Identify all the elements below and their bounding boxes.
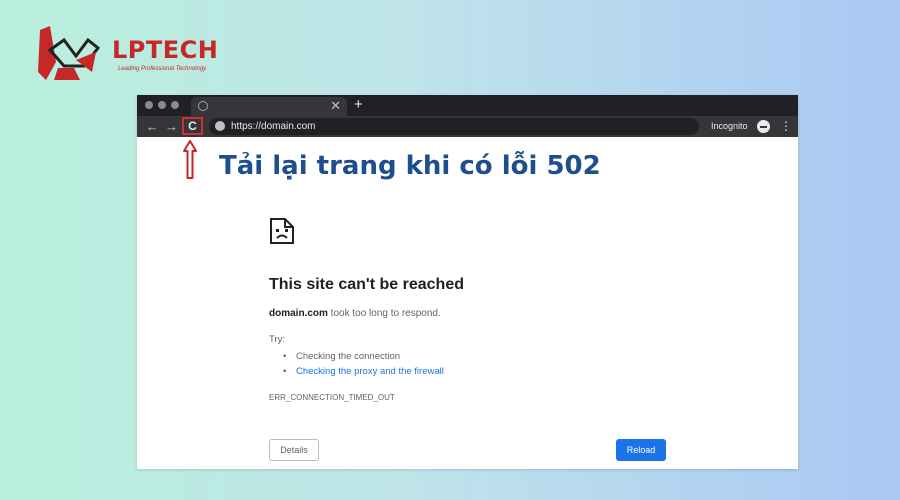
globe-icon xyxy=(198,101,208,111)
logo-tagline: Leading Professional Technology xyxy=(118,66,207,72)
browser-window: ✕ + ← → C https://domain.com Incognito ⋮… xyxy=(137,95,798,469)
address-bar[interactable]: https://domain.com xyxy=(209,118,699,135)
url-text[interactable]: https://domain.com xyxy=(231,119,315,134)
forward-button[interactable]: → xyxy=(165,118,178,135)
back-button[interactable]: ← xyxy=(146,118,159,135)
window-maximize-dot[interactable] xyxy=(171,101,179,109)
lptech-logo-mark-icon xyxy=(38,26,101,80)
incognito-label: Incognito xyxy=(711,121,748,131)
tab-strip: ✕ + xyxy=(137,95,798,116)
site-info-icon[interactable] xyxy=(215,121,225,131)
error-code: ERR_CONNECTION_TIMED_OUT xyxy=(269,393,395,402)
error-domain: domain.com xyxy=(269,308,328,319)
new-tab-button[interactable]: + xyxy=(354,95,363,115)
tab-close-icon[interactable]: ✕ xyxy=(330,98,341,114)
annotation-arrow-icon xyxy=(183,140,197,179)
incognito-icon[interactable] xyxy=(757,120,770,133)
logo-brand: LPTECH xyxy=(112,36,219,64)
lptech-logo: LPTECH Leading Professional Technology xyxy=(36,22,226,88)
menu-kebab-icon[interactable]: ⋮ xyxy=(780,119,792,133)
browser-tab[interactable]: ✕ xyxy=(191,97,347,116)
browser-toolbar: ← → C https://domain.com Incognito ⋮ xyxy=(137,116,798,137)
sad-page-icon xyxy=(270,218,294,244)
window-minimize-dot[interactable] xyxy=(158,101,166,109)
window-close-dot[interactable] xyxy=(145,101,153,109)
error-message: domain.com took too long to respond. xyxy=(269,308,441,319)
details-button[interactable]: Details xyxy=(269,439,319,461)
try-label: Try: xyxy=(269,334,286,345)
annotation-headline: Tải lại trang khi có lỗi 502 xyxy=(219,151,601,181)
suggestion-check-proxy-link[interactable]: Checking the proxy and the firewall xyxy=(283,364,444,379)
suggestion-check-connection: Checking the connection xyxy=(283,349,444,364)
error-message-text: took too long to respond. xyxy=(327,308,441,319)
reload-button[interactable]: Reload xyxy=(616,439,666,461)
suggestion-list: Checking the connection Checking the pro… xyxy=(283,349,444,379)
error-title: This site can't be reached xyxy=(269,276,464,293)
reload-icon-button[interactable]: C xyxy=(182,117,203,135)
